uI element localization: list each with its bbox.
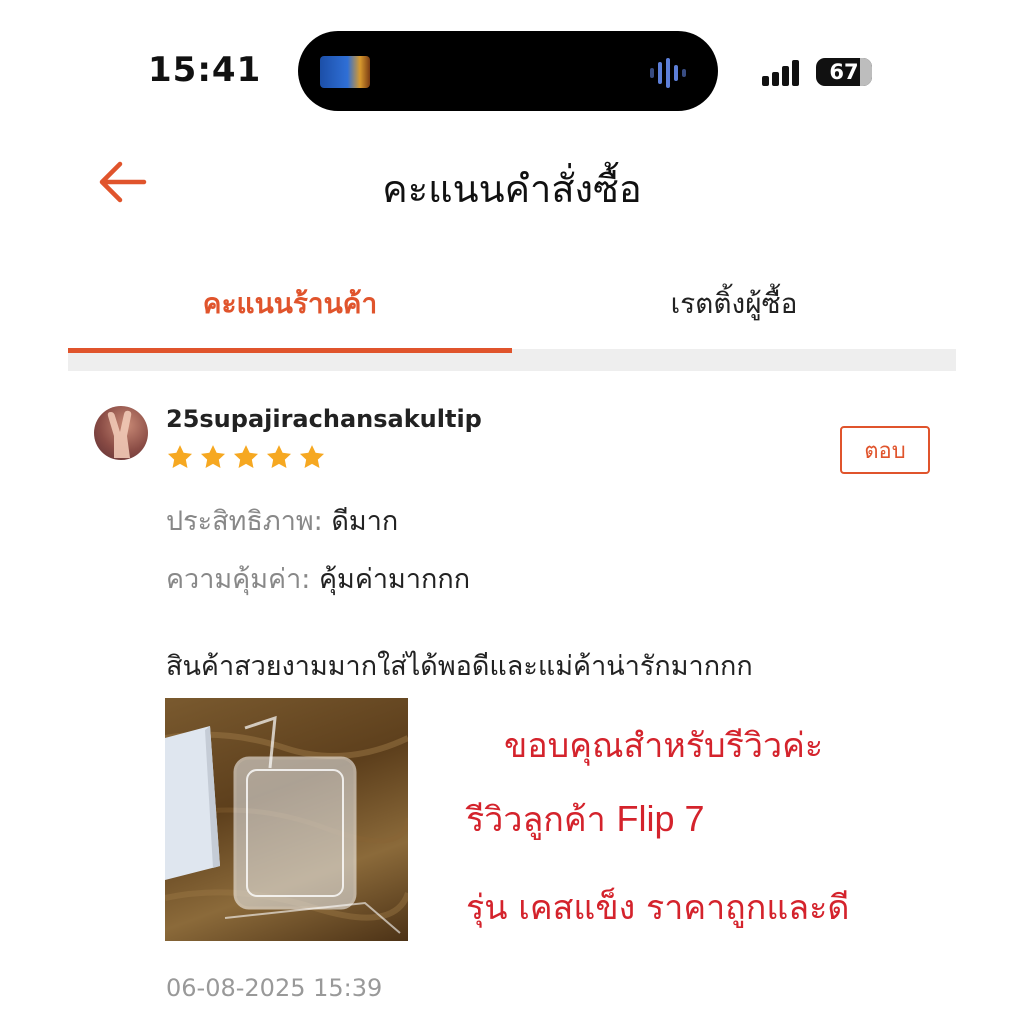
back-button[interactable] bbox=[94, 158, 150, 206]
audio-waveform-icon bbox=[650, 56, 696, 90]
avatar[interactable] bbox=[94, 406, 148, 460]
star-icon bbox=[233, 445, 259, 468]
reviewer-username: 25supajirachansakultip bbox=[166, 405, 482, 433]
tab-buyer-rating[interactable]: เรตติ้งผู้ซื้อ bbox=[512, 282, 956, 326]
reply-button[interactable]: ตอบ bbox=[840, 426, 930, 474]
star-icon bbox=[266, 445, 292, 468]
overlay-review-text: รีวิวลูกค้า Flip 7 bbox=[466, 792, 705, 846]
value-field: ความคุ้มค่า: คุ้มค่ามากกก bbox=[166, 557, 470, 600]
tab-shop-rating[interactable]: คะแนนร้านค้า bbox=[68, 282, 512, 326]
arrow-left-icon bbox=[99, 161, 147, 203]
star-rating bbox=[166, 443, 326, 471]
value-label: ความคุ้มค่า: bbox=[166, 564, 311, 595]
overlay-variant-text: รุ่น เคสแข็ง ราคาถูกและดี bbox=[466, 888, 850, 928]
value-value: คุ้มค่ามากกก bbox=[318, 564, 471, 595]
star-icon bbox=[299, 445, 325, 468]
performance-value: ดีมาก bbox=[331, 506, 399, 537]
overlay-model-name: Flip 7 bbox=[616, 798, 705, 839]
battery-level: 67 bbox=[829, 60, 859, 84]
star-icon bbox=[167, 445, 193, 468]
overlay-review-label: รีวิวลูกค้า bbox=[466, 800, 606, 840]
product-photo-image bbox=[165, 715, 408, 934]
page-title: คะแนนคำสั่งซื้อ bbox=[382, 167, 642, 211]
star-icon bbox=[200, 445, 226, 468]
review-date: 06-08-2025 15:39 bbox=[166, 974, 383, 1002]
status-time: 15:41 bbox=[148, 50, 262, 90]
performance-field: ประสิทธิภาพ: ดีมาก bbox=[166, 499, 398, 542]
review-comment: สินค้าสวยงามมากใส่ได้พอดีและแม่ค้าน่ารัก… bbox=[166, 651, 753, 682]
overlay-thanks-text: ขอบคุณสำหรับรีวิวค่ะ bbox=[504, 726, 824, 766]
review-photo[interactable] bbox=[165, 698, 408, 941]
performance-label: ประสิทธิภาพ: bbox=[166, 506, 323, 537]
battery-icon: 67 bbox=[816, 58, 872, 86]
cellular-signal-icon bbox=[762, 58, 806, 86]
now-playing-thumbnail bbox=[320, 56, 370, 88]
section-divider bbox=[68, 353, 956, 371]
peace-hand-icon bbox=[107, 410, 132, 458]
